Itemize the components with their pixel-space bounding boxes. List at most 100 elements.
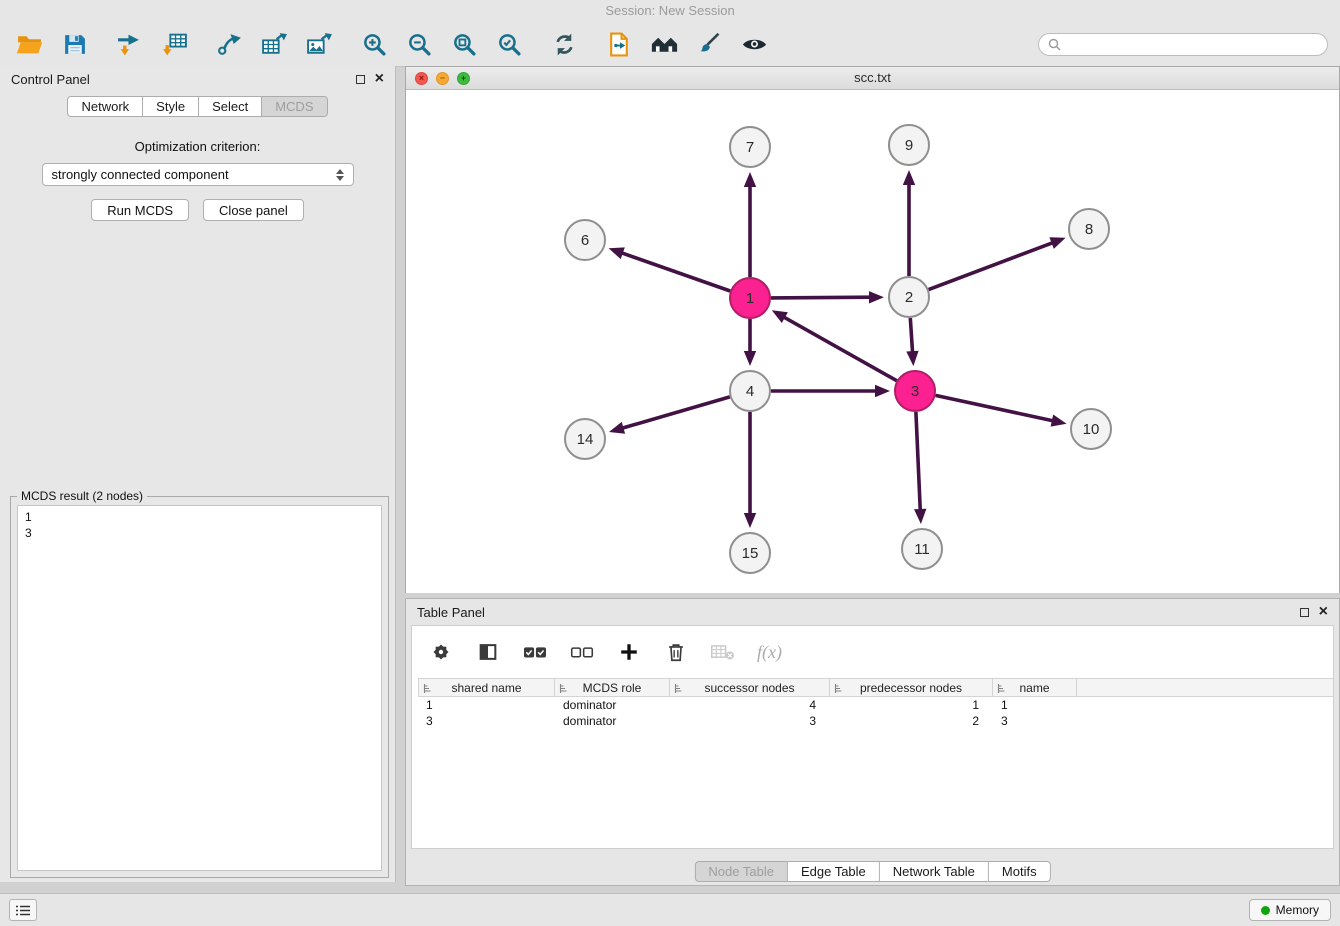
tab-network[interactable]: Network [67, 96, 143, 117]
open-session-button[interactable] [14, 29, 45, 59]
float-table-panel-icon[interactable] [1300, 608, 1309, 617]
cell-predecessor_nodes[interactable]: 2 [830, 713, 993, 729]
column-header-predecessor_nodes[interactable]: predecessor nodes [830, 679, 993, 696]
export-network-icon [216, 32, 243, 57]
clipboard-network-button[interactable] [604, 29, 635, 59]
save-session-button[interactable] [59, 29, 90, 59]
cell-mcds_role[interactable]: dominator [555, 713, 670, 729]
optimization-criterion-select[interactable]: strongly connected component [42, 163, 354, 186]
network-canvas[interactable]: 1 2 3 4 6 7 8 9 10 11 14 15 [406, 90, 1339, 593]
graph-node-7[interactable]: 7 [730, 127, 770, 167]
column-header-shared_name[interactable]: shared name [418, 679, 555, 696]
deselect-all-button[interactable] [569, 640, 595, 664]
plus-icon [617, 641, 641, 663]
toggle-graphics-button[interactable] [739, 29, 770, 59]
close-table-panel-icon[interactable]: × [1319, 604, 1328, 620]
graph-edge-3-1[interactable] [783, 317, 897, 381]
graph-node-15[interactable]: 15 [730, 533, 770, 573]
cell-predecessor_nodes[interactable]: 1 [830, 697, 993, 713]
mcds-result-list[interactable]: 13 [17, 505, 382, 871]
tab-style[interactable]: Style [143, 96, 199, 117]
close-panel-icon[interactable]: × [375, 71, 384, 87]
select-all-button[interactable] [522, 640, 548, 664]
graph-node-2[interactable]: 2 [889, 277, 929, 317]
tab-mcds[interactable]: MCDS [262, 96, 327, 117]
table-panel-title: Table Panel [417, 605, 485, 620]
table-row[interactable]: 3dominator323 [418, 713, 1333, 729]
memory-label: Memory [1276, 903, 1319, 917]
cell-shared_name[interactable]: 1 [418, 697, 555, 713]
graph-node-14[interactable]: 14 [565, 419, 605, 459]
window-title: Session: New Session [605, 3, 734, 18]
mcds-result-item[interactable]: 3 [25, 525, 374, 541]
mcds-result-item[interactable]: 1 [25, 509, 374, 525]
tab-select[interactable]: Select [199, 96, 262, 117]
graph-node-3[interactable]: 3 [895, 371, 935, 411]
graph-edge-arrow-1-7 [744, 172, 756, 187]
optimization-criterion-label: Optimization criterion: [0, 139, 395, 154]
graph-edge-arrow-2-9 [903, 170, 915, 185]
export-table-icon [261, 32, 288, 57]
memory-button[interactable]: Memory [1249, 899, 1331, 921]
task-history-button[interactable] [9, 899, 37, 921]
refresh-button[interactable] [549, 29, 580, 59]
graph-node-1[interactable]: 1 [730, 278, 770, 318]
table-row[interactable]: 1dominator411 [418, 697, 1333, 713]
graph-node-9[interactable]: 9 [889, 125, 929, 165]
cell-shared_name[interactable]: 3 [418, 713, 555, 729]
window-titlebar: Session: New Session [0, 0, 1340, 22]
table-panel-controls: × [1300, 604, 1328, 620]
home-button[interactable] [649, 29, 680, 59]
column-header-mcds_role[interactable]: MCDS role [555, 679, 670, 696]
zoom-window-icon[interactable]: + [457, 72, 470, 85]
graph-edge-2-8[interactable] [929, 242, 1054, 289]
close-panel-button[interactable]: Close panel [203, 199, 304, 221]
graph-node-11[interactable]: 11 [902, 529, 942, 569]
minimize-window-icon[interactable]: − [436, 72, 449, 85]
control-panel-title: Control Panel [11, 72, 90, 87]
export-group [214, 29, 335, 59]
tab-edge-table[interactable]: Edge Table [788, 861, 880, 882]
table-settings-button[interactable] [428, 640, 454, 664]
import-table-button[interactable] [159, 29, 190, 59]
zoom-in-icon [361, 32, 388, 57]
graph-edge-1-2[interactable] [771, 297, 871, 298]
column-header-name[interactable]: name [993, 679, 1077, 696]
graph-node-label-4: 4 [746, 383, 754, 400]
graph-edge-3-11[interactable] [916, 412, 920, 511]
search-input[interactable] [1067, 37, 1318, 51]
control-panel-controls: × [356, 71, 384, 87]
export-table-button[interactable] [259, 29, 290, 59]
add-column-button[interactable] [616, 640, 642, 664]
cell-name[interactable]: 3 [993, 713, 1077, 729]
cell-mcds_role[interactable]: dominator [555, 697, 670, 713]
zoom-in-button[interactable] [359, 29, 390, 59]
delete-column-button[interactable] [663, 640, 689, 664]
float-panel-icon[interactable] [356, 75, 365, 84]
zoom-fit-button[interactable] [449, 29, 480, 59]
cell-successor_nodes[interactable]: 4 [670, 697, 830, 713]
graph-edge-1-6[interactable] [621, 253, 730, 291]
tab-node-table[interactable]: Node Table [694, 861, 788, 882]
show-columns-button[interactable] [475, 640, 501, 664]
graph-edge-3-10[interactable] [936, 395, 1054, 421]
graph-node-8[interactable]: 8 [1069, 209, 1109, 249]
graph-node-6[interactable]: 6 [565, 220, 605, 260]
graph-node-4[interactable]: 4 [730, 371, 770, 411]
graph-node-10[interactable]: 10 [1071, 409, 1111, 449]
export-network-button[interactable] [214, 29, 245, 59]
tab-motifs[interactable]: Motifs [989, 861, 1051, 882]
cell-name[interactable]: 1 [993, 697, 1077, 713]
tab-network-table[interactable]: Network Table [880, 861, 989, 882]
column-header-successor_nodes[interactable]: successor nodes [670, 679, 830, 696]
graph-edge-2-3[interactable] [910, 318, 912, 353]
close-window-icon[interactable]: × [415, 72, 428, 85]
graph-edge-4-14[interactable] [622, 397, 730, 429]
import-network-button[interactable] [114, 29, 145, 59]
export-image-button[interactable] [304, 29, 335, 59]
run-mcds-button[interactable]: Run MCDS [91, 199, 189, 221]
zoom-out-button[interactable] [404, 29, 435, 59]
style-brush-button[interactable] [694, 29, 725, 59]
cell-successor_nodes[interactable]: 3 [670, 713, 830, 729]
zoom-selected-button[interactable] [494, 29, 525, 59]
